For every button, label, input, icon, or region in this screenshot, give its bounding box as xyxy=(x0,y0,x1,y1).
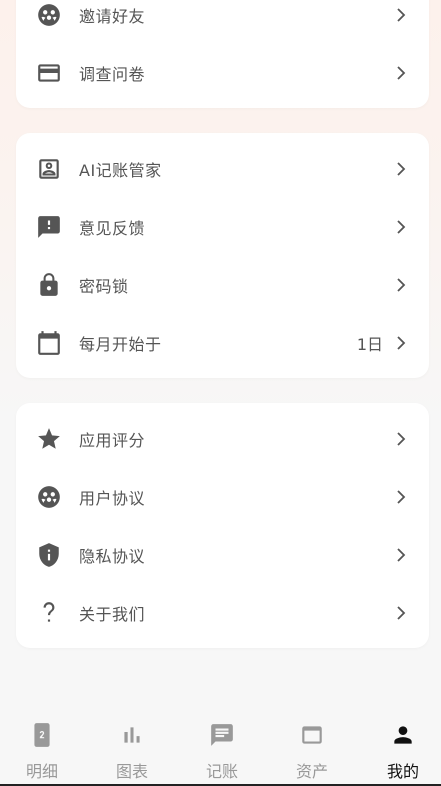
menu-item-label: AI记账管家 xyxy=(79,161,162,180)
bottom-tab-bar: 明细 图表 记账 资产 我的 xyxy=(0,706,441,784)
question-icon xyxy=(36,600,62,626)
menu-item-survey[interactable]: 调查问卷 xyxy=(16,44,429,102)
chevron-right-icon xyxy=(395,219,407,235)
menu-item-label: 隐私协议 xyxy=(79,547,146,566)
settings-card-2: AI记账管家 意见反馈 密码锁 每月开始于 1日 xyxy=(16,133,429,378)
tab-label: 图表 xyxy=(115,762,148,781)
settings-card-1: 邀请好友 调查问卷 xyxy=(16,0,429,108)
menu-item-ai-assistant[interactable]: AI记账管家 xyxy=(16,140,429,198)
menu-item-feedback[interactable]: 意见反馈 xyxy=(16,198,429,256)
calendar-icon xyxy=(36,330,62,356)
menu-item-label: 关于我们 xyxy=(79,605,146,624)
chart-icon xyxy=(119,722,145,748)
wallet-icon xyxy=(299,722,325,748)
menu-item-about-us[interactable]: 关于我们 xyxy=(16,584,429,642)
menu-item-label: 每月开始于 xyxy=(79,335,162,354)
star-icon xyxy=(36,426,62,452)
tab-label: 资产 xyxy=(295,762,328,781)
menu-item-invite-friends[interactable]: 邀请好友 xyxy=(16,0,429,44)
menu-item-user-agreement[interactable]: 用户协议 xyxy=(16,468,429,526)
chevron-right-icon xyxy=(395,489,407,505)
menu-item-label: 应用评分 xyxy=(79,431,146,450)
person-icon xyxy=(390,722,416,748)
message-icon xyxy=(209,722,235,748)
tab-mine[interactable]: 我的 xyxy=(359,706,441,784)
menu-item-privacy-policy[interactable]: 隐私协议 xyxy=(16,526,429,584)
month-start-value: 1日 xyxy=(356,335,383,354)
menu-item-rate-app[interactable]: 应用评分 xyxy=(16,410,429,468)
card-icon xyxy=(36,60,62,86)
chevron-right-icon xyxy=(395,547,407,563)
chevron-right-icon xyxy=(395,335,407,351)
feedback-icon xyxy=(36,214,62,240)
chevron-right-icon xyxy=(395,277,407,293)
tab-label: 记账 xyxy=(205,762,238,781)
menu-item-label: 调查问卷 xyxy=(79,65,146,84)
chevron-right-icon xyxy=(395,605,407,621)
settings-card-3: 应用评分 用户协议 隐私协议 关于我们 xyxy=(16,403,429,648)
menu-item-label: 密码锁 xyxy=(79,277,129,296)
tab-bookkeeping[interactable]: 记账 xyxy=(178,706,266,784)
tab-detail[interactable]: 明细 xyxy=(0,706,86,784)
chevron-right-icon xyxy=(395,65,407,81)
detail-icon xyxy=(29,722,55,748)
tab-assets[interactable]: 资产 xyxy=(268,706,356,784)
contact-icon xyxy=(36,156,62,182)
invite-icon xyxy=(36,2,62,28)
menu-item-password-lock[interactable]: 密码锁 xyxy=(16,256,429,314)
menu-item-month-start[interactable]: 每月开始于 1日 xyxy=(16,314,429,372)
menu-item-label: 用户协议 xyxy=(79,489,146,508)
lock-icon xyxy=(36,272,62,298)
user-agreement-icon xyxy=(36,484,62,510)
chevron-right-icon xyxy=(395,7,407,23)
tab-charts[interactable]: 图表 xyxy=(88,706,176,784)
tab-label: 我的 xyxy=(386,762,419,781)
chevron-right-icon xyxy=(395,431,407,447)
menu-item-label: 意见反馈 xyxy=(79,219,146,238)
shield-icon xyxy=(36,542,62,568)
tab-label: 明细 xyxy=(25,762,58,781)
chevron-right-icon xyxy=(395,161,407,177)
menu-item-label: 邀请好友 xyxy=(79,7,146,26)
